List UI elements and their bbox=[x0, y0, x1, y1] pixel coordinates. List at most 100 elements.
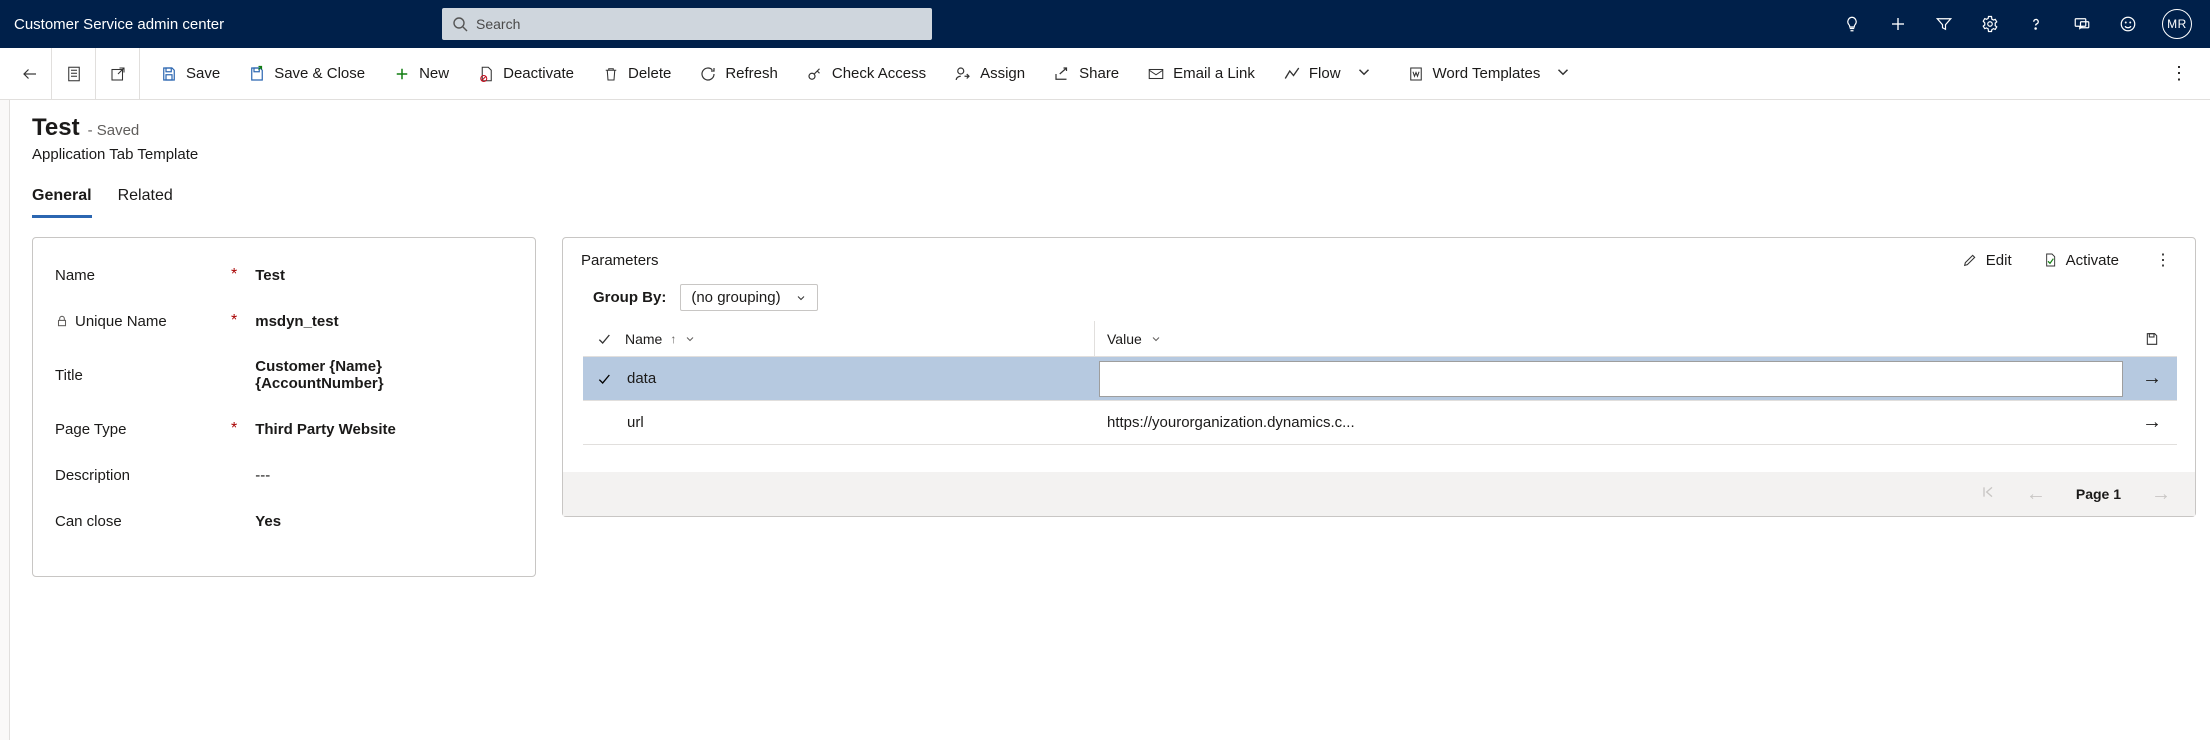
save-icon bbox=[160, 65, 178, 83]
form-selector-icon[interactable] bbox=[52, 48, 96, 100]
chat-icon[interactable] bbox=[2070, 12, 2094, 36]
add-icon[interactable] bbox=[1886, 12, 1910, 36]
delete-button[interactable]: Delete bbox=[590, 59, 683, 89]
back-button[interactable] bbox=[8, 48, 52, 100]
label-title: Title bbox=[55, 367, 83, 384]
help-icon[interactable] bbox=[2024, 12, 2048, 36]
plus-icon bbox=[393, 65, 411, 83]
group-by-select[interactable]: (no grouping) bbox=[680, 284, 817, 311]
lock-icon bbox=[55, 314, 69, 328]
settings-icon[interactable] bbox=[1978, 12, 2002, 36]
field-title[interactable]: Customer {Name} {AccountNumber} bbox=[237, 358, 513, 392]
save-button[interactable]: Save bbox=[148, 59, 232, 89]
entity-name: Application Tab Template bbox=[32, 146, 2196, 163]
grid-header-row: Name ↑ Value bbox=[583, 321, 2177, 357]
chevron-down-icon[interactable] bbox=[1548, 63, 1578, 85]
word-templates-button[interactable]: Word Templates bbox=[1395, 57, 1591, 91]
chevron-down-icon[interactable] bbox=[1150, 333, 1162, 345]
deactivate-icon bbox=[477, 65, 495, 83]
global-search[interactable]: Search bbox=[442, 8, 932, 40]
label-name: Name bbox=[55, 267, 95, 284]
share-button[interactable]: Share bbox=[1041, 59, 1131, 89]
new-button[interactable]: New bbox=[381, 59, 461, 89]
sort-ascending-icon: ↑ bbox=[670, 332, 676, 346]
collapsed-sitemap-rail[interactable] bbox=[0, 100, 10, 740]
command-bar: Save Save & Close New Deactivate Delete … bbox=[0, 48, 2210, 100]
form-card: Name * Test Unique Name * msdyn_test Tit… bbox=[32, 237, 536, 577]
deactivate-button[interactable]: Deactivate bbox=[465, 59, 586, 89]
share-icon bbox=[1053, 65, 1071, 83]
flow-button[interactable]: Flow bbox=[1271, 57, 1391, 91]
chevron-down-icon[interactable] bbox=[1349, 63, 1379, 85]
trash-icon bbox=[602, 65, 620, 83]
search-placeholder: Search bbox=[476, 16, 520, 32]
overflow-menu-button[interactable]: ⋮ bbox=[2156, 63, 2202, 84]
refresh-icon bbox=[699, 65, 717, 83]
page-indicator: Page 1 bbox=[2076, 486, 2121, 502]
select-all-checkbox[interactable] bbox=[583, 331, 625, 347]
row-check-icon[interactable] bbox=[583, 371, 625, 387]
refresh-button[interactable]: Refresh bbox=[687, 59, 790, 89]
save-and-close-button[interactable]: Save & Close bbox=[236, 59, 377, 89]
global-nav-bar: Customer Service admin center Search MR bbox=[0, 0, 2210, 48]
grid-footer: ← Page 1 → bbox=[563, 472, 2195, 516]
grid-row[interactable]: data → bbox=[583, 357, 2177, 401]
label-can-close: Can close bbox=[55, 513, 122, 530]
app-title: Customer Service admin center bbox=[12, 16, 442, 33]
pencil-icon bbox=[1962, 252, 1978, 268]
edit-button[interactable]: Edit bbox=[1962, 252, 2012, 269]
label-description: Description bbox=[55, 467, 130, 484]
record-header: Test - Saved bbox=[32, 114, 2196, 142]
column-header-value[interactable]: Value bbox=[1095, 331, 2127, 347]
assign-icon bbox=[954, 65, 972, 83]
assign-button[interactable]: Assign bbox=[942, 59, 1037, 89]
field-name[interactable]: Test bbox=[237, 267, 513, 284]
lightbulb-icon[interactable] bbox=[1840, 12, 1864, 36]
field-can-close[interactable]: Yes bbox=[237, 513, 513, 530]
first-page-button[interactable] bbox=[1980, 484, 1996, 505]
open-record-arrow[interactable]: → bbox=[2127, 367, 2177, 390]
tab-related[interactable]: Related bbox=[118, 181, 173, 218]
record-save-status: - Saved bbox=[88, 122, 140, 139]
parameters-title: Parameters bbox=[581, 252, 659, 269]
flow-icon bbox=[1283, 65, 1301, 83]
next-page-button[interactable]: → bbox=[2151, 483, 2171, 506]
header-icon-tray: MR bbox=[1840, 9, 2198, 39]
key-icon bbox=[806, 65, 824, 83]
field-page-type[interactable]: Third Party Website bbox=[237, 421, 513, 438]
filter-icon[interactable] bbox=[1932, 12, 1956, 36]
email-link-button[interactable]: Email a Link bbox=[1135, 59, 1267, 89]
cell-name[interactable]: url bbox=[625, 401, 1095, 444]
search-icon bbox=[452, 16, 468, 32]
email-icon bbox=[1147, 65, 1165, 83]
chevron-down-icon[interactable] bbox=[684, 333, 696, 345]
cell-name[interactable]: data bbox=[625, 357, 1095, 400]
label-page-type: Page Type bbox=[55, 421, 126, 438]
save-close-icon bbox=[248, 65, 266, 83]
open-record-arrow[interactable]: → bbox=[2127, 411, 2177, 434]
form-tabs: General Related bbox=[32, 181, 2196, 219]
column-header-name[interactable]: Name ↑ bbox=[625, 321, 1095, 356]
open-in-new-window-icon[interactable] bbox=[96, 48, 140, 100]
field-unique-name: msdyn_test bbox=[237, 313, 513, 330]
group-by-value: (no grouping) bbox=[691, 289, 780, 306]
word-templates-icon bbox=[1407, 65, 1425, 83]
field-description[interactable]: --- bbox=[237, 467, 513, 484]
record-name: Test bbox=[32, 114, 80, 142]
label-unique-name: Unique Name bbox=[75, 313, 167, 330]
parameters-subgrid: Parameters Edit Activate ⋮ bbox=[562, 237, 2196, 517]
user-avatar[interactable]: MR bbox=[2162, 9, 2192, 39]
check-access-button[interactable]: Check Access bbox=[794, 59, 938, 89]
chevron-down-icon bbox=[795, 292, 807, 304]
prev-page-button[interactable]: ← bbox=[2026, 483, 2046, 506]
activate-icon bbox=[2042, 252, 2058, 268]
tab-general[interactable]: General bbox=[32, 181, 92, 218]
cell-value[interactable]: https://yourorganization.dynamics.c... bbox=[1095, 414, 2127, 431]
group-by-label: Group By: bbox=[593, 289, 666, 306]
cell-value-editor[interactable] bbox=[1099, 361, 2123, 397]
subgrid-overflow-menu[interactable]: ⋮ bbox=[2149, 250, 2177, 270]
activate-button[interactable]: Activate bbox=[2042, 252, 2119, 269]
feedback-smiley-icon[interactable] bbox=[2116, 12, 2140, 36]
inline-save-icon[interactable] bbox=[2127, 331, 2177, 347]
grid-row[interactable]: url https://yourorganization.dynamics.c.… bbox=[583, 401, 2177, 445]
